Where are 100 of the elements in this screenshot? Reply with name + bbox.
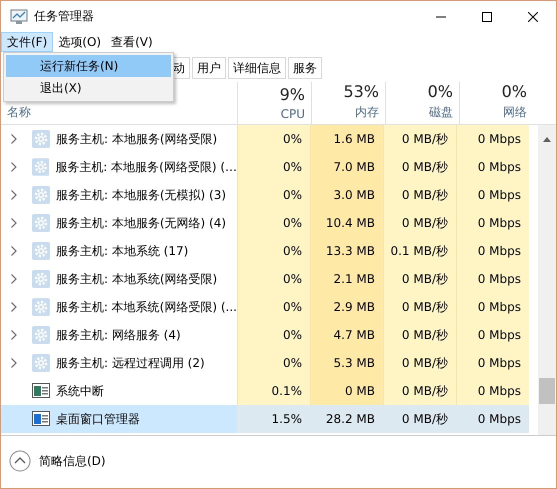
usage-percent: 0% (502, 82, 527, 101)
app-icon (10, 8, 28, 24)
menu-item[interactable]: 退出(X) (6, 77, 171, 99)
table-cell: 0 Mbps (456, 209, 529, 237)
scroll-thumb[interactable] (539, 378, 555, 404)
chevron-icon (10, 133, 18, 145)
table-cell: 0% (237, 153, 310, 181)
column-header[interactable]: 内存 (355, 104, 379, 121)
table-cell: 0 MB/秒 (383, 209, 456, 237)
table-cell: 0 Mbps (456, 321, 529, 349)
chevron-icon (10, 273, 18, 285)
gear-icon (32, 270, 50, 288)
fewer-details-link[interactable]: 简略信息(D) (39, 452, 106, 470)
process-name: 服务主机: 本地服务(无模拟) (3) (56, 186, 226, 204)
gear-icon (32, 354, 50, 372)
table-cell: 3.0 MB (310, 181, 383, 209)
process-name: 服务主机: 本地系统(网络受限) (... (56, 298, 237, 316)
table-row[interactable]: 服务主机: 本地服务(无网络) (4) 0% 10.4 MB 0 MB/秒 0 Mbps (1, 209, 538, 237)
table-row[interactable]: 服务主机: 本地系统(网络受限) (... 0% 2.9 MB 0 MB/秒 0 Mbps (1, 293, 538, 321)
usage-percent: 9% (280, 85, 305, 104)
process-name: 服务主机: 本地服务(无网络) (4) (56, 214, 226, 232)
table-cell: 0 MB (310, 377, 383, 405)
table-cell: 5.3 MB (310, 349, 383, 377)
table-row[interactable]: 服务主机: 本地系统 (17) 0% 13.3 MB 0.1 MB/秒 0 Mbps (1, 237, 538, 265)
table-cell: 0% (237, 265, 310, 293)
chevron-icon (10, 301, 18, 313)
gear-icon (32, 326, 50, 344)
gear-icon (32, 186, 50, 204)
table-row[interactable]: 服务主机: 本地服务(网络受限) (… 0% 7.0 MB 0 MB/秒 0 Mbps (1, 153, 538, 181)
gear-icon (32, 130, 50, 148)
column-header[interactable]: CPU (280, 107, 305, 121)
table-cell: 0 MB/秒 (383, 377, 456, 405)
table-cell: 0% (237, 293, 310, 321)
usage-percent: 53% (343, 82, 379, 101)
table-cell: 0% (237, 237, 310, 265)
table-cell: 0 MB/秒 (383, 181, 456, 209)
table-cell: 0 Mbps (456, 349, 529, 377)
scrollbar[interactable] (538, 125, 556, 435)
menu-item[interactable]: 文件(F) (1, 32, 54, 52)
table-cell: 0 Mbps (456, 125, 529, 153)
table-row[interactable]: 服务主机: 远程过程调用 (2) 0% 5.3 MB 0 MB/秒 0 Mbps (1, 349, 538, 377)
column-header[interactable]: 磁盘 (429, 104, 453, 121)
table-cell: 0 Mbps (456, 405, 529, 433)
table-cell: 28.2 MB (310, 405, 383, 433)
process-name: 服务主机: 本地服务(网络受限) (56, 130, 218, 148)
table-row[interactable]: 服务主机: 本地服务(无模拟) (3) 0% 3.0 MB 0 MB/秒 0 Mbps (1, 181, 538, 209)
table-cell: 0 MB/秒 (383, 349, 456, 377)
table-cell: 1.6 MB (310, 125, 383, 153)
table-cell: 4.7 MB (310, 321, 383, 349)
table-cell: 0 Mbps (456, 181, 529, 209)
scroll-up-icon (543, 137, 551, 142)
menu-item[interactable]: 运行新任务(N) (6, 55, 171, 77)
selected-row[interactable]: 桌面窗口管理器 1.5% 28.2 MB 0 MB/秒 0 Mbps (1, 405, 538, 433)
table-cell: 0 MB/秒 (383, 321, 456, 349)
chevron-icon (10, 245, 18, 257)
gear-icon (32, 214, 50, 232)
collapse-icon (9, 450, 31, 472)
table-row[interactable]: 服务主机: 网络服务 (4) 0% 4.7 MB 0 MB/秒 0 Mbps (1, 321, 538, 349)
chevron-icon (10, 217, 18, 229)
close-icon (528, 12, 538, 22)
table-row[interactable]: 服务主机: 本地服务(网络受限) 0% 1.6 MB 0 MB/秒 0 Mbps (1, 125, 538, 153)
tab[interactable]: 详细信息 (228, 57, 286, 79)
table-cell: 0 MB/秒 (383, 293, 456, 321)
chevron-icon (10, 357, 18, 369)
table-cell: 0% (237, 321, 310, 349)
table-row[interactable]: 服务主机: 本地系统(网络受限) 0% 2.1 MB 0 MB/秒 0 Mbps (1, 265, 538, 293)
table-cell: 0 Mbps (456, 237, 529, 265)
window-icon (32, 382, 50, 400)
table-cell: 2.9 MB (310, 293, 383, 321)
process-name: 服务主机: 远程过程调用 (2) (56, 354, 205, 372)
table-row[interactable]: 系统中断 0.1% 0 MB 0 MB/秒 0 Mbps (1, 377, 538, 405)
table-cell: 0 Mbps (456, 153, 529, 181)
table-cell: 0 Mbps (456, 265, 529, 293)
table-cell: 0 MB/秒 (383, 125, 456, 153)
process-name: 服务主机: 本地服务(网络受限) (… (55, 158, 237, 176)
column-header[interactable]: 名称 (7, 104, 231, 121)
table-cell: 0% (237, 209, 310, 237)
table-cell: 0 MB/秒 (383, 405, 456, 433)
process-name: 系统中断 (56, 382, 104, 400)
column-header[interactable]: 网络 (503, 104, 527, 121)
table-cell: 13.3 MB (310, 237, 383, 265)
process-name: 服务主机: 本地系统 (17) (56, 242, 188, 260)
tab[interactable]: 服务 (288, 57, 322, 79)
tab[interactable]: 用户 (192, 57, 226, 79)
process-name: 桌面窗口管理器 (56, 410, 140, 428)
table-cell: 0% (237, 349, 310, 377)
usage-percent: 0% (428, 82, 453, 101)
chevron-icon (10, 329, 18, 341)
chevron-icon (10, 161, 18, 173)
table-cell: 2.1 MB (310, 265, 383, 293)
table-cell: 0% (237, 125, 310, 153)
table-cell: 0.1% (237, 377, 310, 405)
chevron-icon (10, 189, 18, 201)
menu-item[interactable]: 查看(V) (106, 32, 158, 52)
window-title: 任务管理器 (34, 8, 94, 25)
table-cell: 0 MB/秒 (383, 153, 456, 181)
table-cell: 10.4 MB (310, 209, 383, 237)
table-cell: 0% (237, 181, 310, 209)
table-cell: 0.1 MB/秒 (383, 237, 456, 265)
menu-item[interactable]: 选项(O) (53, 32, 106, 52)
